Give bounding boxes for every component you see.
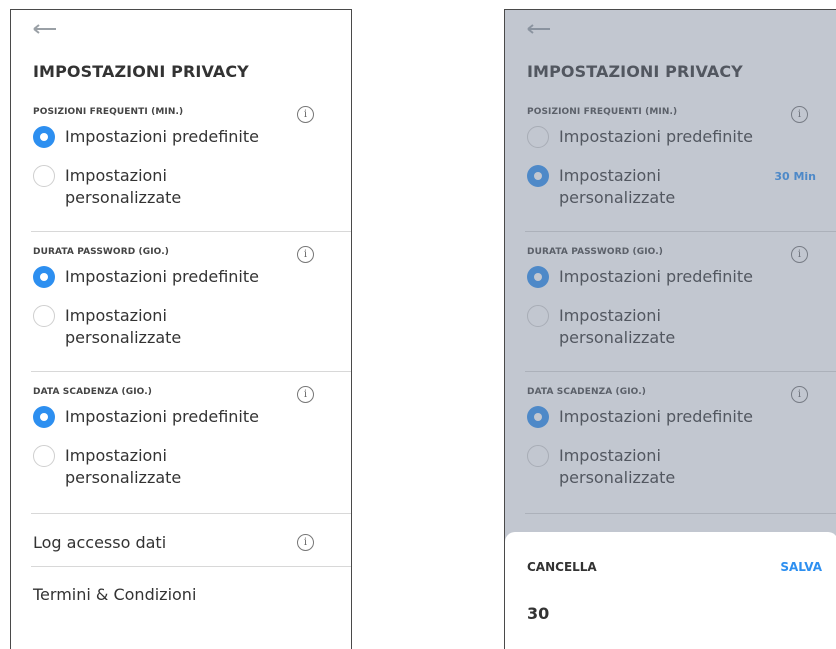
radio-custom-expiry[interactable]	[33, 445, 55, 467]
privacy-settings-screen: IMPOSTAZIONI PRIVACY POSIZIONI FREQUENTI…	[10, 9, 352, 649]
divider	[31, 371, 351, 372]
option-custom-label: Impostazioni personalizzate	[65, 165, 181, 209]
section-label-expiry-date: DATA SCADENZA (GIO.)	[33, 387, 152, 397]
radio-default-positions[interactable]	[33, 126, 55, 148]
section-label-password-duration: DURATA PASSWORD (GIO.)	[33, 247, 169, 257]
divider	[31, 566, 351, 567]
option-custom-line1: Impostazioni	[65, 166, 167, 185]
radio-custom-positions[interactable]	[33, 165, 55, 187]
divider	[31, 513, 351, 514]
option-default-label: Impostazioni predefinite	[65, 267, 259, 286]
info-icon[interactable]: i	[297, 534, 314, 551]
info-icon[interactable]: i	[297, 106, 314, 123]
option-custom-label: Impostazioni personalizzate	[65, 305, 181, 349]
value-bottom-sheet: CANCELLA SALVA 30	[505, 532, 836, 649]
radio-custom-password[interactable]	[33, 305, 55, 327]
info-icon[interactable]: i	[297, 246, 314, 263]
option-default-label: Impostazioni predefinite	[65, 127, 259, 146]
option-custom-line2: personalizzate	[65, 188, 182, 207]
terms-conditions-row[interactable]: Termini & Condizioni	[33, 585, 196, 604]
radio-default-password[interactable]	[33, 266, 55, 288]
section-label-frequent-positions: POSIZIONI FREQUENTI (MIN.)	[33, 107, 184, 117]
value-input[interactable]: 30	[527, 604, 549, 623]
back-arrow-icon[interactable]	[33, 24, 57, 34]
privacy-settings-screen-with-sheet: IMPOSTAZIONI PRIVACY POSIZIONI FREQUENTI…	[504, 9, 836, 649]
save-button[interactable]: SALVA	[780, 560, 822, 574]
data-access-log-row[interactable]: Log accesso dati	[33, 533, 166, 552]
option-custom-line2: personalizzate	[65, 328, 182, 347]
divider	[31, 231, 351, 232]
option-custom-label: Impostazioni personalizzate	[65, 445, 181, 489]
page-title: IMPOSTAZIONI PRIVACY	[33, 62, 249, 81]
option-default-label: Impostazioni predefinite	[65, 407, 259, 426]
option-custom-line2: personalizzate	[65, 468, 182, 487]
info-icon[interactable]: i	[297, 386, 314, 403]
option-custom-line1: Impostazioni	[65, 306, 167, 325]
cancel-button[interactable]: CANCELLA	[527, 560, 597, 574]
option-custom-line1: Impostazioni	[65, 446, 167, 465]
radio-default-expiry[interactable]	[33, 406, 55, 428]
